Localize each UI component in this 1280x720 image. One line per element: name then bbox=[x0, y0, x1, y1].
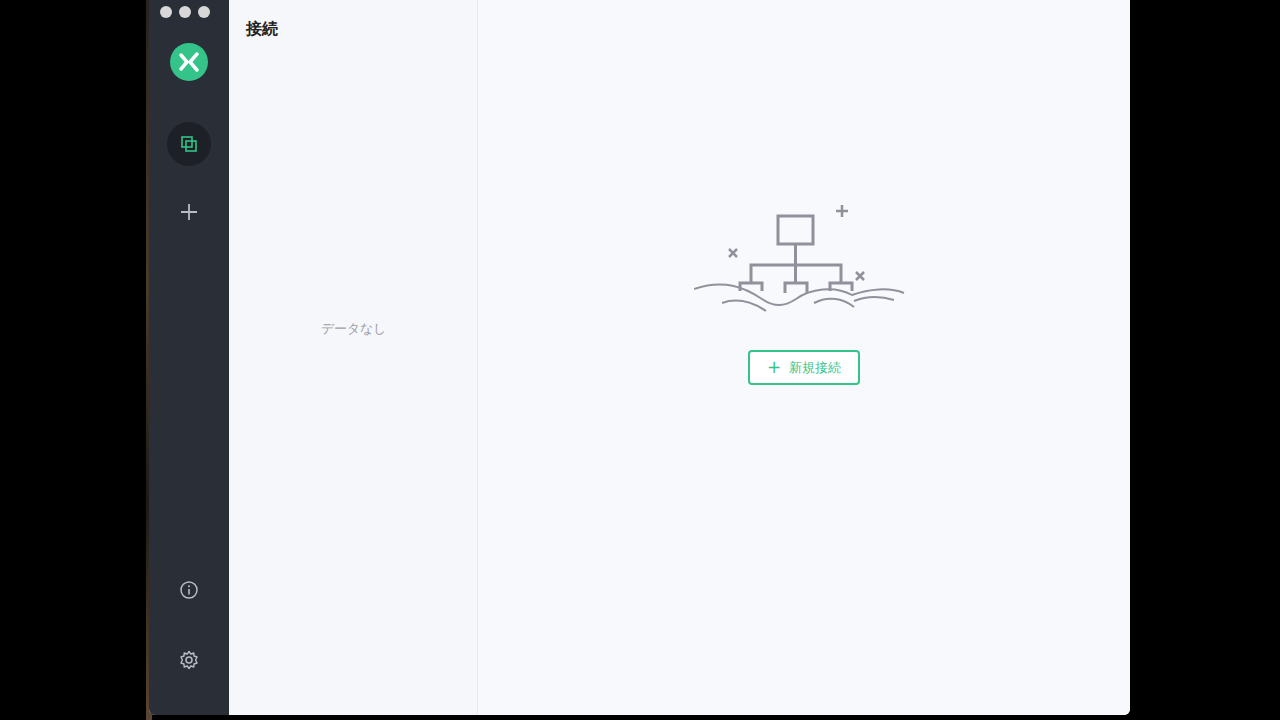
panel-title: 接続 bbox=[229, 0, 477, 40]
gear-icon[interactable] bbox=[179, 650, 199, 670]
sidebar-bottom bbox=[179, 580, 199, 670]
app-window: 接続データなし + 新規接続 bbox=[149, 0, 1130, 715]
info-icon[interactable] bbox=[179, 580, 199, 600]
window-controls bbox=[160, 6, 210, 18]
button-label: 新規接続 bbox=[789, 359, 841, 377]
main-panel: + 新規接続 bbox=[478, 0, 1130, 715]
add-nav-item[interactable] bbox=[167, 190, 211, 234]
sidebar-nav bbox=[167, 122, 211, 234]
window-button[interactable] bbox=[179, 6, 191, 18]
empty-message: データなし bbox=[229, 320, 477, 338]
sidebar bbox=[149, 0, 229, 715]
app-logo-icon bbox=[170, 43, 208, 81]
plus-icon: + bbox=[767, 359, 781, 376]
connections-nav-item[interactable] bbox=[167, 122, 211, 166]
connections-icon bbox=[179, 134, 199, 154]
plus-icon bbox=[179, 202, 199, 222]
network-illustration-icon bbox=[694, 203, 914, 320]
window-button[interactable] bbox=[198, 6, 210, 18]
new-connection-button[interactable]: + 新規接続 bbox=[748, 350, 860, 385]
window-button[interactable] bbox=[160, 6, 172, 18]
connections-panel: 接続データなし bbox=[229, 0, 478, 715]
